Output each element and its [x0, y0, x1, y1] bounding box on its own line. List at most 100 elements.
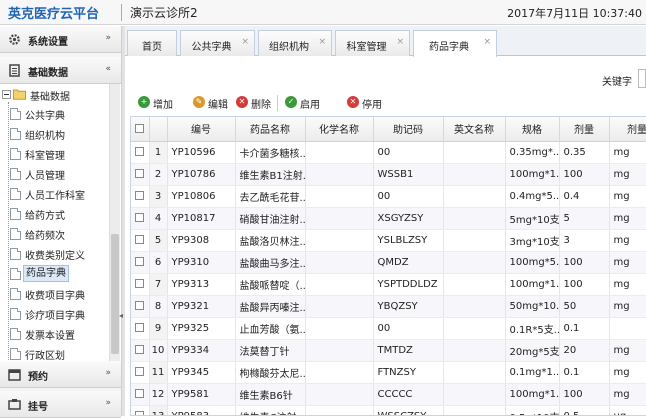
close-tab-icon[interactable]: × — [241, 37, 249, 47]
row-number: 7 — [149, 273, 168, 296]
tree-item-label: 给药方式 — [25, 211, 65, 222]
column-header[interactable]: 规格 — [505, 117, 560, 142]
menu-label: 预约 — [28, 372, 48, 383]
cell-name: 维生素C注射... — [235, 405, 306, 415]
cell-spec: 0.35mg*... — [505, 141, 560, 164]
keyword-input[interactable] — [638, 69, 646, 88]
drug-table: 编号 药品名称 化学名称 助记码 英文名称 规格 剂量 剂量 1 YP10596 卡… — [130, 116, 646, 416]
table-row[interactable]: 4YP10817硝酸甘油注射... XSGYZSY 5mg*10支...5mg — [131, 207, 646, 230]
row-checkbox[interactable] — [131, 229, 150, 252]
table-row[interactable]: 1 YP10596 卡介菌多糖核... 00 0.35mg*... 0.35 mg — [131, 141, 646, 164]
row-checkbox[interactable] — [131, 163, 150, 186]
toolbar-button[interactable]: ✎ 编辑 — [190, 92, 233, 113]
table-row[interactable]: 13YP9583维生素C注射... WSSCZSY 0.5g*10支...0.5μg — [131, 405, 646, 415]
tab-item[interactable]: 公共字典 × — [180, 30, 255, 56]
cell-mnem: QMDZ — [373, 251, 444, 274]
scrollbar-thumb[interactable] — [111, 234, 119, 354]
tree-item-label: 收费类别定义 — [25, 251, 85, 262]
cell-spec: 0.1R*5支... — [505, 317, 560, 340]
menu-registration[interactable]: 挂号 » — [0, 391, 121, 418]
row-checkbox[interactable] — [131, 273, 150, 296]
table-row[interactable]: 6YP9310盐酸曲马多注... QMDZ 100mg*5...100mg — [131, 251, 646, 274]
cell-spec: 100mg*1... — [505, 273, 560, 296]
tree-guide-line — [8, 102, 9, 387]
cell-spec: 50mg*10... — [505, 295, 560, 318]
cell-mnem: WSSCZSY — [373, 405, 444, 415]
column-header[interactable]: 剂量 — [609, 117, 646, 142]
row-checkbox[interactable] — [131, 185, 150, 208]
cell-chem — [305, 185, 374, 208]
select-all-checkbox[interactable] — [131, 117, 150, 142]
row-checkbox[interactable] — [131, 383, 150, 406]
row-checkbox[interactable] — [131, 207, 150, 230]
cell-chem — [305, 383, 374, 406]
column-header[interactable]: 助记码 — [373, 117, 444, 142]
toolbar-button[interactable]: ✕ 停用 — [344, 92, 392, 113]
column-header[interactable]: 剂量 — [559, 117, 610, 142]
chevron-up-icon: « — [105, 64, 111, 74]
row-checkbox[interactable] — [131, 339, 150, 362]
tree-item-label: 组织机构 — [25, 131, 65, 142]
row-checkbox[interactable] — [131, 295, 150, 318]
tab-item[interactable]: 首页 — [127, 30, 177, 56]
cell-code: YP9310 — [167, 251, 236, 274]
cell-name: 盐酸洛贝林注... — [235, 229, 306, 252]
cell-spec: 0.4mg*5... — [505, 185, 560, 208]
cell-unit: mg — [609, 207, 646, 230]
cell-unit: mg — [609, 229, 646, 252]
row-number: 8 — [149, 295, 168, 318]
cell-code: YP10817 — [167, 207, 236, 230]
tab-item[interactable]: 科室管理 × — [335, 30, 410, 56]
cell-unit: mg — [609, 141, 646, 164]
column-header[interactable]: 英文名称 — [443, 117, 506, 142]
table-row[interactable]: 7YP9313盐酸哌替啶（... YSPTDDLDZ 100mg*1...100mg — [131, 273, 646, 296]
column-header[interactable]: 化学名称 — [305, 117, 374, 142]
tree-scrollbar[interactable] — [109, 84, 120, 387]
tab-item[interactable]: 药品字典 × — [413, 30, 497, 57]
table-row[interactable]: 10YP9334法莫替丁针 TMTDZ 20mg*5支...20mg — [131, 339, 646, 362]
row-checkbox[interactable] — [131, 317, 150, 340]
cell-en — [443, 339, 506, 362]
table-row[interactable]: 12YP9581维生素B6针 CCCCC 100mg*1...100mg — [131, 383, 646, 406]
menu-basic-data[interactable]: 基础数据 « — [0, 57, 121, 84]
collapse-toggle-icon[interactable] — [2, 90, 11, 99]
row-checkbox[interactable] — [131, 361, 150, 384]
close-tab-icon[interactable]: × — [483, 37, 491, 47]
cell-name: 盐酸曲马多注... — [235, 251, 306, 274]
tab-bar: 首页 公共字典 × 组织机构 × 科室管理 × 药品字典 × — [125, 26, 646, 57]
column-header[interactable]: 药品名称 — [235, 117, 306, 142]
row-number: 4 — [149, 207, 168, 230]
cell-spec: 100mg*1... — [505, 163, 560, 186]
toolbar-button[interactable]: ✓ 启用 — [282, 92, 330, 113]
row-checkbox[interactable] — [131, 405, 150, 415]
cell-en — [443, 163, 506, 186]
cell-unit: mg — [609, 163, 646, 186]
row-checkbox[interactable] — [131, 141, 150, 164]
chevron-down-icon: » — [105, 398, 111, 408]
toolbar-button[interactable]: + 增加 — [135, 92, 183, 113]
tree-item-label: 发票本设置 — [25, 331, 75, 342]
cell-en — [443, 229, 506, 252]
tab-item[interactable]: 组织机构 × — [258, 30, 332, 56]
table-row[interactable]: 11 YP9345 枸橼酸芬太尼... FTNZSY 0.1mg*1... 0.1 mg — [131, 361, 646, 384]
cell-spec: 0.5g*10支... — [505, 405, 560, 415]
menu-system-settings[interactable]: 系统设置 » — [0, 26, 121, 53]
menu-appointment[interactable]: 预约 » — [0, 361, 121, 388]
table-row[interactable]: 3 YP10806 去乙酰毛花苷... 00 0.4mg*5... 0.4 mg — [131, 185, 646, 208]
table-row[interactable]: 9 YP9325 止血芳酸（氨... 00 0.1R*5支... 0.1 — [131, 317, 646, 340]
cell-mnem: YBQZSY — [373, 295, 444, 318]
cell-code: YP9581 — [167, 383, 236, 406]
close-tab-icon[interactable]: × — [396, 37, 404, 47]
toolbar-label: 启用 — [300, 100, 320, 111]
cell-mnem: FTNZSY — [373, 361, 444, 384]
table-row[interactable]: 5YP9308盐酸洛贝林注... YSLBLZSY 3mg*10支...3mg — [131, 229, 646, 252]
table-row[interactable]: 8YP9321盐酸异丙嗪注... YBQZSY 50mg*10...50mg — [131, 295, 646, 318]
table-row[interactable]: 2YP10786维生素B1注射... WSSB1 100mg*1...100mg — [131, 163, 646, 186]
row-checkbox[interactable] — [131, 251, 150, 274]
tree-item-label: 人员管理 — [25, 171, 65, 182]
close-tab-icon[interactable]: × — [318, 37, 326, 47]
cell-name: 去乙酰毛花苷... — [235, 185, 306, 208]
file-icon — [10, 268, 21, 280]
toolbar-button[interactable]: ✕ 删除 — [233, 92, 277, 113]
column-header[interactable]: 编号 — [167, 117, 236, 142]
